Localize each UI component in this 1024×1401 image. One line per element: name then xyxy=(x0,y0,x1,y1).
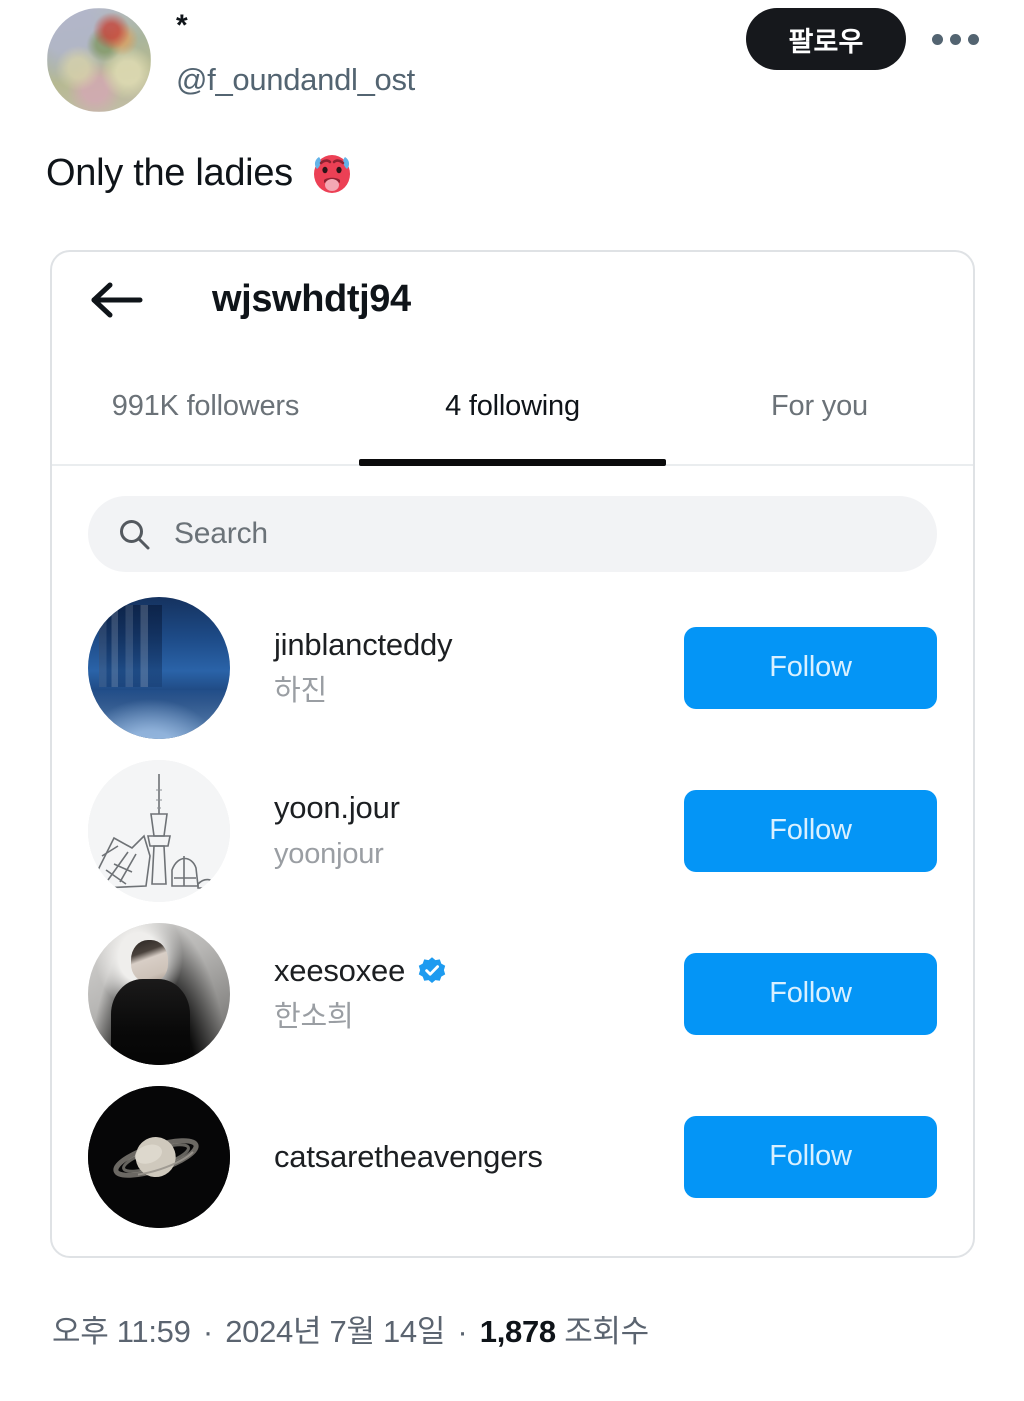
meta-separator: · xyxy=(457,1314,468,1349)
user-meta: catsaretheavengers xyxy=(230,1137,684,1177)
card-title: wjswhdtj94 xyxy=(212,278,411,320)
user-username: catsaretheavengers xyxy=(274,1138,543,1174)
more-options-icon[interactable] xyxy=(928,23,982,55)
user-username: xeesoxee xyxy=(274,952,406,988)
user-avatar[interactable] xyxy=(88,596,230,739)
follow-user-button[interactable]: Follow xyxy=(684,789,937,872)
views-label: 조회수 xyxy=(564,1314,649,1349)
user-name-line: jinblancteddy xyxy=(274,625,684,665)
user-subtitle: 하진 xyxy=(274,674,327,707)
saturn-planet-image xyxy=(88,1085,230,1228)
tab-followers[interactable]: 991K followers xyxy=(52,348,359,464)
list-item[interactable]: yoon.jour yoonjour Follow xyxy=(52,749,973,912)
tweet-time: 오후 11:59 xyxy=(52,1314,191,1349)
dot xyxy=(931,33,943,45)
user-meta: jinblancteddy 하진 xyxy=(230,625,684,711)
follow-user-button[interactable]: Follow xyxy=(684,626,937,709)
embedded-instagram-card[interactable]: wjswhdtj94 991K followers 4 following Fo… xyxy=(50,250,975,1258)
user-name-line: xeesoxee xyxy=(274,951,684,991)
dot xyxy=(967,33,979,45)
tweet-text-content: Only the ladies xyxy=(46,152,293,194)
search-icon xyxy=(116,516,152,552)
user-meta: xeesoxee 한소희 xyxy=(230,951,684,1037)
back-arrow-icon[interactable] xyxy=(88,274,146,326)
tweet-date: 2024년 7월 14일 xyxy=(225,1314,446,1349)
tweet-text: Only the ladies xyxy=(46,148,357,198)
list-item[interactable]: xeesoxee 한소희 Follow xyxy=(52,912,973,1075)
black-and-white-portrait-image xyxy=(88,922,230,1065)
author-handle[interactable]: @f_oundandl_ost xyxy=(176,58,716,102)
tab-for-you[interactable]: For you xyxy=(666,348,973,464)
follow-button[interactable]: 팔로우 xyxy=(746,8,906,70)
verified-badge-icon xyxy=(417,956,447,986)
list-item[interactable]: jinblancteddy 하진 Follow xyxy=(52,586,973,749)
dot xyxy=(949,33,961,45)
card-tabs: 991K followers 4 following For you xyxy=(52,348,973,466)
user-avatar[interactable] xyxy=(88,1085,230,1228)
tab-following[interactable]: 4 following xyxy=(359,348,666,466)
user-username: yoon.jour xyxy=(274,789,400,825)
list-item[interactable]: catsaretheavengers Follow xyxy=(52,1075,973,1238)
tweet-meta-footer: 오후 11:59 · 2024년 7월 14일 · 1,878 조회수 xyxy=(52,1310,649,1354)
follow-user-button[interactable]: Follow xyxy=(684,1115,937,1198)
author-names: * @f_oundandl_ost xyxy=(176,4,716,102)
card-top-bar: wjswhdtj94 xyxy=(52,252,973,348)
user-name-line: yoon.jour xyxy=(274,788,684,828)
meta-separator: · xyxy=(202,1314,213,1349)
night-city-skyline-image xyxy=(88,596,230,739)
author-display-name: * xyxy=(176,9,188,42)
search-placeholder: Search xyxy=(174,517,268,550)
user-subtitle: 한소희 xyxy=(274,1000,354,1033)
follow-user-button[interactable]: Follow xyxy=(684,952,937,1035)
user-username: jinblancteddy xyxy=(274,626,453,662)
avatar-image xyxy=(47,8,151,112)
namsan-tower-sketch-image xyxy=(88,759,230,902)
following-user-list: jinblancteddy 하진 Follow yoon.jour yoonjo… xyxy=(52,586,973,1238)
avatar[interactable] xyxy=(47,8,151,112)
views-count: 1,878 xyxy=(479,1314,556,1349)
user-subtitle: yoonjour xyxy=(274,837,384,870)
search-field[interactable]: Search xyxy=(88,496,937,572)
user-meta: yoon.jour yoonjour xyxy=(230,788,684,874)
tweet-header: * @f_oundandl_ost 팔로우 xyxy=(0,0,1024,125)
user-avatar[interactable] xyxy=(88,759,230,902)
hot-face-emoji-icon xyxy=(307,148,357,198)
user-name-line: catsaretheavengers xyxy=(274,1137,684,1177)
user-avatar[interactable] xyxy=(88,922,230,1065)
